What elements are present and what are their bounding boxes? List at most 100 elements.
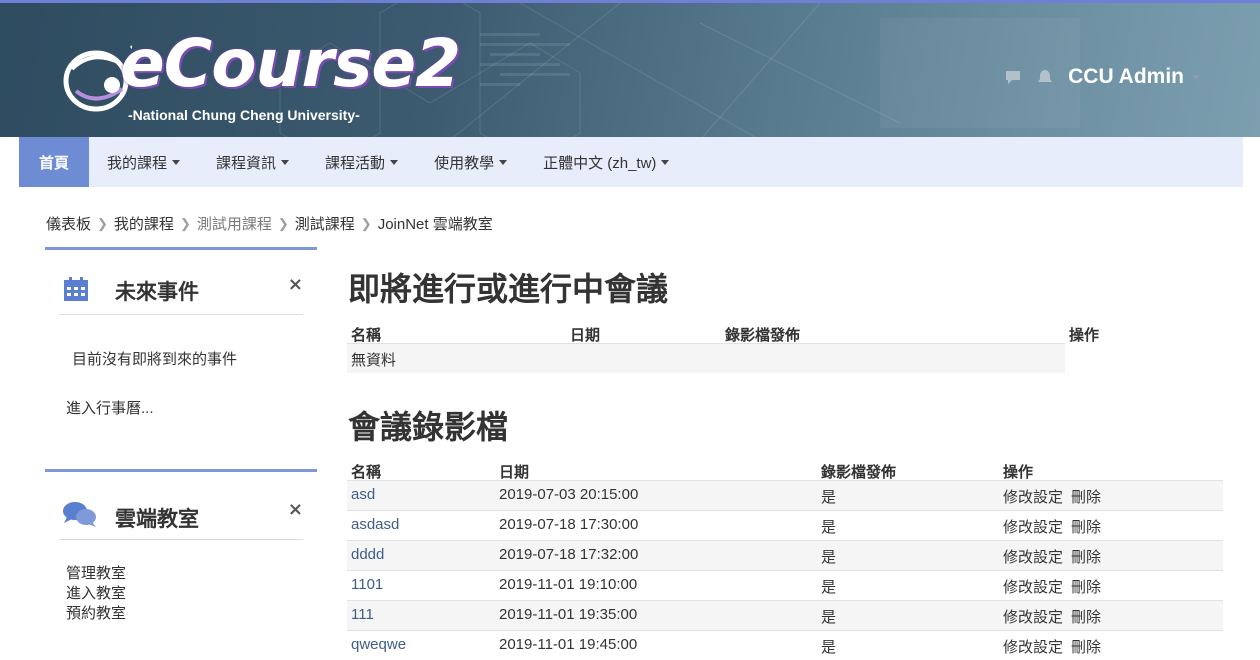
table-header: 名稱 日期 錄影檔發佈 操作 (347, 458, 1223, 481)
main-navbar: 首頁 我的課程 課程資訊 課程活動 使用教學 正體中文 (zh_tw) (19, 137, 1243, 187)
no-data-text: 無資料 (351, 352, 397, 369)
recording-date: 2019-07-03 20:15:00 (499, 486, 639, 503)
column-date: 日期 (499, 464, 530, 481)
breadcrumb-separator-icon: ❯ (277, 215, 289, 231)
recording-name-link[interactable]: qweqwe (351, 636, 406, 653)
logo-subtitle: -National Chung Cheng University- (128, 107, 360, 123)
column-actions: 操作 (1003, 464, 1034, 481)
recordings-rows: asd 2019-07-03 20:15:00 是修改設定 刪除 asdasd 2019-… (347, 480, 1223, 660)
column-name: 名稱 (351, 327, 382, 344)
reserve-classroom-link[interactable]: 預約教室 (66, 602, 126, 623)
recording-date: 2019-11-01 19:35:00 (499, 606, 638, 623)
upcoming-events-header: 未來事件 × (59, 250, 303, 315)
user-menu[interactable]: CCU Admin (1004, 65, 1200, 89)
user-caret-icon[interactable] (1192, 74, 1200, 80)
table-row: asd 2019-07-03 20:15:00 是 修改設定 刪除 (347, 480, 1223, 510)
edit-settings-link[interactable]: 修改設定 (1003, 516, 1063, 537)
delete-link[interactable]: 刪除 (1071, 576, 1101, 597)
user-name[interactable]: CCU Admin (1068, 65, 1184, 89)
recording-date: 2019-07-18 17:30:00 (499, 516, 639, 533)
cloud-classroom-title: 雲端教室 (115, 508, 199, 531)
delete-link[interactable]: 刪除 (1071, 606, 1101, 627)
nav-tutorials[interactable]: 使用教學 (416, 137, 525, 187)
close-icon[interactable]: × (288, 274, 303, 295)
column-date: 日期 (570, 327, 601, 344)
cloud-classroom-block: 雲端教室 × 管理教室 進入教室 預約教室 (45, 469, 317, 657)
nav-language[interactable]: 正體中文 (zh_tw) (525, 137, 687, 187)
column-published: 錄影檔發佈 (725, 327, 801, 344)
go-to-calendar-link[interactable]: 進入行事曆... (66, 397, 154, 418)
upcoming-events-title: 未來事件 (115, 281, 199, 304)
notification-bell-icon[interactable] (1036, 68, 1054, 86)
nav-language-label: 正體中文 (zh_tw) (543, 154, 657, 172)
chevron-down-icon (172, 159, 181, 165)
edit-settings-link[interactable]: 修改設定 (1003, 606, 1063, 627)
breadcrumb-separator-icon: ❯ (179, 215, 191, 231)
column-actions: 操作 (1069, 327, 1100, 344)
recordings-title: 會議錄影檔 (348, 409, 509, 445)
edit-settings-link[interactable]: 修改設定 (1003, 486, 1063, 507)
site-logo[interactable]: eCourse2 -National Chung Cheng Universit… (62, 21, 461, 133)
recording-published: 是 (821, 519, 837, 536)
recording-name-link[interactable]: 1101 (351, 576, 383, 593)
breadcrumb: 儀表板 ❯ 我的課程 ❯ 測試用課程 ❯ 測試課程 ❯ JoinNet 雲端教室 (46, 213, 493, 234)
recording-date: 2019-07-18 17:32:00 (499, 546, 639, 563)
breadcrumb-my-courses[interactable]: 我的課程 (114, 213, 174, 234)
table-row: qweqwe 2019-11-01 19:45:00 是修改設定 刪除 (347, 630, 1223, 660)
upcoming-meetings-title: 即將進行或進行中會議 (348, 271, 669, 307)
edit-settings-link[interactable]: 修改設定 (1003, 546, 1063, 567)
message-icon[interactable] (1004, 68, 1022, 86)
logo-title: eCourse2 (120, 25, 461, 102)
table-row: asdasd 2019-07-18 17:30:00 是 修改設定 刪除 (347, 510, 1223, 540)
edit-settings-link[interactable]: 修改設定 (1003, 576, 1063, 597)
close-icon[interactable]: × (288, 499, 303, 520)
table-row: dddd 2019-07-18 17:32:00 是 修改設定 刪除 (347, 540, 1223, 570)
breadcrumb-test-course[interactable]: 測試課程 (295, 213, 355, 234)
delete-link[interactable]: 刪除 (1071, 516, 1101, 537)
table-row: 1101 2019-11-01 19:10:00 是 修改設定 刪除 (347, 570, 1223, 600)
nav-home-label: 首頁 (39, 154, 70, 172)
chevron-down-icon (281, 159, 290, 165)
chevron-down-icon (499, 159, 508, 165)
nav-my-courses-label: 我的課程 (107, 154, 168, 172)
chat-bubbles-icon (63, 502, 96, 527)
nav-my-courses[interactable]: 我的課程 (89, 137, 198, 187)
recording-published: 是 (821, 609, 837, 626)
calendar-icon (64, 277, 88, 301)
nav-tutorials-label: 使用教學 (434, 154, 495, 172)
recording-published: 是 (821, 489, 837, 506)
table-header: 名稱 日期 錄影檔發佈 操作 (347, 321, 1099, 344)
table-row: 111 2019-11-01 19:35:00 是 修改設定 刪除 (347, 600, 1223, 630)
breadcrumb-test-category[interactable]: 測試用課程 (197, 213, 272, 234)
recording-name-link[interactable]: asd (351, 486, 375, 503)
chevron-down-icon (661, 159, 670, 165)
breadcrumb-current-page: JoinNet 雲端教室 (377, 216, 493, 233)
breadcrumb-separator-icon: ❯ (360, 215, 372, 231)
chevron-down-icon (390, 159, 399, 165)
nav-course-info-label: 課程資訊 (216, 154, 277, 172)
empty-row: 無資料 (347, 343, 1065, 373)
column-name: 名稱 (351, 464, 382, 481)
header-banner: eCourse2 -National Chung Cheng Universit… (0, 0, 1260, 137)
recording-name-link[interactable]: dddd (351, 546, 384, 563)
nav-course-activities-label: 課程活動 (325, 154, 386, 172)
upcoming-events-block: 未來事件 × 目前沒有即將到來的事件 進入行事曆... (45, 247, 317, 440)
manage-classroom-link[interactable]: 管理教室 (66, 562, 126, 583)
upcoming-meetings-table: 名稱 日期 錄影檔發佈 操作 無資料 (347, 321, 1099, 373)
recording-date: 2019-11-01 19:10:00 (499, 576, 638, 593)
recording-name-link[interactable]: asdasd (351, 516, 399, 533)
cloud-classroom-header: 雲端教室 × (59, 472, 303, 540)
recordings-table: 名稱 日期 錄影檔發佈 操作 asd 2019-07-03 20:15:00 是修改… (347, 458, 1223, 660)
nav-home[interactable]: 首頁 (19, 137, 90, 187)
column-published: 錄影檔發佈 (821, 464, 897, 481)
recording-published: 是 (821, 579, 837, 596)
recording-name-link[interactable]: 111 (351, 606, 374, 623)
enter-classroom-link[interactable]: 進入教室 (66, 582, 126, 603)
breadcrumb-dashboard[interactable]: 儀表板 (46, 213, 91, 234)
delete-link[interactable]: 刪除 (1071, 486, 1101, 507)
recording-date: 2019-11-01 19:45:00 (499, 636, 638, 653)
nav-course-info[interactable]: 課程資訊 (198, 137, 307, 187)
nav-course-activities[interactable]: 課程活動 (307, 137, 416, 187)
no-events-text: 目前沒有即將到來的事件 (72, 351, 238, 368)
delete-link[interactable]: 刪除 (1071, 546, 1101, 567)
